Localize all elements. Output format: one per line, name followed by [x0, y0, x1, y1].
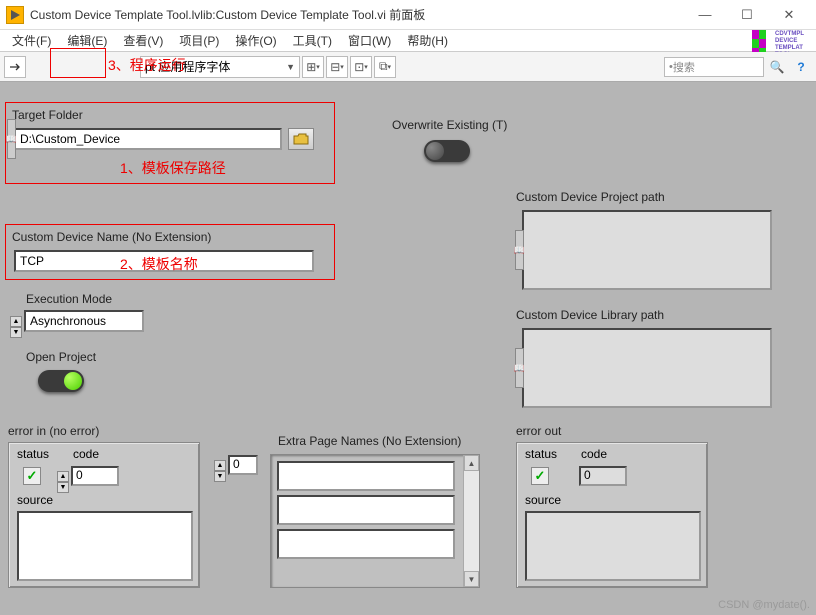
execution-mode-label: Execution Mode — [26, 292, 112, 306]
error-in-status-label: status — [17, 447, 49, 461]
menu-operate[interactable]: 操作(O) — [227, 30, 284, 51]
help-icon[interactable]: ? — [790, 56, 812, 78]
annotation-3-box — [50, 48, 106, 78]
menu-window[interactable]: 窗口(W) — [340, 30, 399, 51]
open-project-switch[interactable] — [38, 370, 84, 392]
project-path-indicator: 📖 — [522, 210, 772, 290]
menu-help[interactable]: 帮助(H) — [399, 30, 456, 51]
title-bar: Custom Device Template Tool.lvlib:Custom… — [0, 0, 816, 30]
extra-pages-scrollbar[interactable]: ▲ ▼ — [463, 455, 479, 587]
window-title: Custom Device Template Tool.lvlib:Custom… — [30, 6, 425, 23]
window-maximize-button[interactable]: ☐ — [726, 1, 768, 29]
resize-button[interactable]: ⊡▾ — [350, 56, 372, 78]
path-folder-glyph-3: 📖 — [515, 348, 524, 388]
execution-mode-spin[interactable]: ▲▼ — [10, 310, 22, 338]
menu-tools[interactable]: 工具(T) — [285, 30, 340, 51]
search-input[interactable]: • 搜索 — [664, 57, 764, 77]
open-project-label: Open Project — [26, 350, 96, 364]
extra-pages-array[interactable]: ▲ ▼ — [270, 454, 480, 588]
error-out-cluster: status code ✓ 0 source — [516, 442, 708, 588]
error-in-cluster: status code ✓ ▲▼ 0 source — [8, 442, 200, 588]
error-out-title: error out — [516, 424, 561, 438]
error-in-source-label: source — [17, 493, 53, 507]
labview-app-icon — [6, 6, 24, 24]
library-path-indicator: 📖 — [522, 328, 772, 408]
distribute-button[interactable]: ⊟▾ — [326, 56, 348, 78]
error-in-status-led[interactable]: ✓ — [23, 467, 41, 485]
window-minimize-button[interactable]: — — [684, 1, 726, 29]
extra-pages-label: Extra Page Names (No Extension) — [278, 434, 461, 448]
run-button[interactable] — [4, 56, 26, 78]
overwrite-existing-switch[interactable] — [424, 140, 470, 162]
extra-pages-index-spin[interactable]: ▲▼ — [214, 454, 226, 482]
overwrite-existing-label: Overwrite Existing (T) — [392, 118, 507, 132]
annotation-3-text: 3、程序运行 — [108, 55, 186, 75]
annotation-2-text: 2、模板名称 — [120, 254, 198, 274]
error-out-status-label: status — [525, 447, 557, 461]
library-path-label: Custom Device Library path — [516, 308, 664, 322]
error-out-source-label: source — [525, 493, 561, 507]
error-in-code-spin[interactable]: ▲▼ — [57, 465, 69, 493]
extra-pages-index-value[interactable]: 0 — [228, 455, 258, 475]
project-path-label: Custom Device Project path — [516, 190, 665, 204]
menu-bar: 文件(F) 编辑(E) 查看(V) 项目(P) 操作(O) 工具(T) 窗口(W… — [0, 30, 816, 52]
error-out-code-label: code — [581, 447, 607, 461]
menu-view[interactable]: 查看(V) — [115, 30, 171, 51]
watermark: CSDN @mydate(). — [718, 599, 810, 611]
error-in-source-input[interactable] — [17, 511, 193, 581]
path-folder-glyph-2: 📖 — [515, 230, 524, 270]
menu-project[interactable]: 项目(P) — [171, 30, 227, 51]
search-icon[interactable]: 🔍 — [766, 56, 788, 78]
toolbar: 3、程序运行 pt 应用程序字体▼ ⊞▾ ⊟▾ ⊡▾ ⧉▾ • 搜索 🔍 ? — [0, 52, 816, 82]
error-out-code-value: 0 — [579, 466, 627, 486]
error-in-code-value[interactable]: 0 — [71, 466, 119, 486]
error-in-title: error in (no error) — [8, 424, 99, 438]
error-out-source-indicator — [525, 511, 701, 581]
front-panel: Target Folder 📖 D:\Custom_Device 1、模板保存路… — [0, 82, 816, 615]
error-in-code-label: code — [73, 447, 99, 461]
annotation-1-text: 1、模板保存路径 — [120, 158, 226, 178]
execution-mode-value[interactable]: Asynchronous — [24, 310, 144, 332]
window-close-button[interactable]: ✕ — [768, 1, 810, 29]
align-button[interactable]: ⊞▾ — [302, 56, 324, 78]
reorder-button[interactable]: ⧉▾ — [374, 56, 396, 78]
error-out-status-led: ✓ — [531, 467, 549, 485]
